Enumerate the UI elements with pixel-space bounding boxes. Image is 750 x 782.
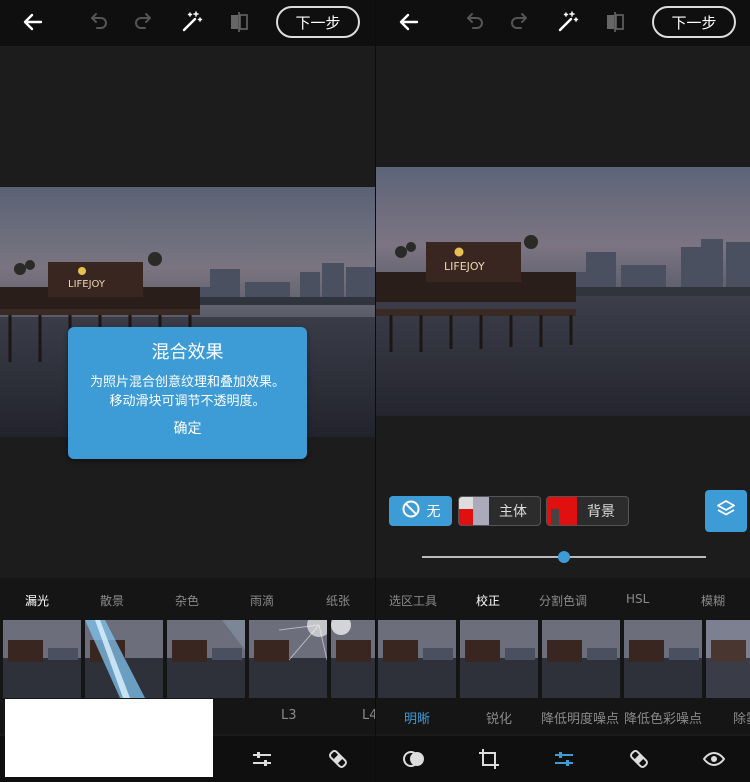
bottom-toolbar	[376, 736, 750, 782]
adjust-thumbnail[interactable]	[706, 620, 750, 698]
adjust-label-sharpen[interactable]: 锐化	[486, 708, 512, 727]
arrow-left-icon[interactable]	[396, 9, 422, 35]
layers-button[interactable]	[705, 490, 747, 532]
adjust-label-row: 明晰 锐化 降低明度噪点 降低色彩噪点 除雾	[376, 698, 750, 734]
category-bokeh[interactable]: 散景	[100, 592, 124, 609]
redo-icon[interactable]	[508, 9, 534, 35]
sliders-icon[interactable]	[552, 747, 576, 771]
top-bar: 下一步	[0, 0, 375, 46]
right-screen: 下一步 LIFEJOY 无 主体 背景 选区工具 校正 分割色调 HSL 模糊 …	[375, 0, 750, 782]
effect-category-bar: 漏光 散景 杂色 雨滴 纸张	[0, 578, 375, 620]
effect-thumbnail[interactable]	[249, 620, 327, 698]
no-symbol-icon	[401, 499, 421, 523]
top-bar: 下一步	[376, 0, 750, 46]
tooltip-title: 混合效果	[151, 342, 224, 363]
category-blur[interactable]: 模糊	[701, 592, 725, 609]
mask-none-button[interactable]: 无	[389, 496, 452, 526]
eye-icon[interactable]	[702, 747, 726, 771]
opacity-slider[interactable]	[376, 536, 750, 578]
adjust-thumbnail[interactable]	[460, 620, 538, 698]
adjust-label-dehaze[interactable]: 除雾	[733, 708, 750, 727]
adjust-thumbnail[interactable]	[378, 620, 456, 698]
category-correction[interactable]: 校正	[476, 592, 500, 609]
effect-thumbnail[interactable]	[167, 620, 245, 698]
blend-effect-tooltip: 混合效果 为照片混合创意纹理和叠加效果。移动滑块可调节不透明度。 确定	[68, 327, 307, 459]
mask-background-button[interactable]: 背景	[546, 496, 629, 526]
effect-thumbnail[interactable]	[3, 620, 81, 698]
left-screen: 下一步 LIFEJOY 混合效果 为照片混合创意纹理和叠加效果。移动滑块可调节不…	[0, 0, 375, 782]
category-grain[interactable]: 杂色	[175, 592, 199, 609]
sign-text: LIFEJOY	[444, 260, 485, 273]
category-selection-tools[interactable]: 选区工具	[389, 592, 437, 609]
effect-thumbnails	[0, 620, 375, 698]
adjust-category-bar: 选区工具 校正 分割色调 HSL 模糊	[376, 578, 750, 620]
mask-none-label: 无	[426, 504, 441, 520]
compare-icon[interactable]	[602, 9, 628, 35]
layers-icon	[714, 497, 738, 525]
magic-wand-icon[interactable]	[178, 9, 204, 35]
adjust-thumbnail[interactable]	[624, 620, 702, 698]
crop-icon[interactable]	[477, 747, 501, 771]
mask-background-label: 背景	[587, 504, 615, 520]
photo-preview: LIFEJOY	[376, 167, 750, 416]
mask-subject-button[interactable]: 主体	[458, 496, 541, 526]
redo-icon[interactable]	[132, 9, 158, 35]
blank-overlay	[5, 699, 213, 777]
next-step-button[interactable]: 下一步	[652, 6, 736, 38]
arrow-left-icon[interactable]	[20, 9, 46, 35]
category-split-toning[interactable]: 分割色调	[539, 592, 587, 609]
mask-subject-label: 主体	[499, 504, 527, 520]
slider-thumb[interactable]	[558, 551, 570, 563]
undo-icon[interactable]	[84, 9, 110, 35]
bandage-icon[interactable]	[326, 747, 350, 771]
adjust-thumbnails	[376, 620, 750, 698]
category-paper[interactable]: 纸张	[326, 592, 350, 609]
adjust-label-clarity[interactable]: 明晰	[404, 708, 430, 727]
adjust-label-luminance-noise[interactable]: 降低明度噪点	[541, 708, 619, 727]
compare-icon[interactable]	[226, 9, 252, 35]
tooltip-body: 为照片混合创意纹理和叠加效果。移动滑块可调节不透明度。	[89, 375, 285, 409]
mask-selector-row: 无 主体 背景	[376, 486, 750, 536]
sign-text: LIFEJOY	[68, 279, 106, 290]
category-light-leak[interactable]: 漏光	[25, 592, 49, 609]
confirm-button[interactable]: 确定	[68, 419, 307, 439]
sliders-icon[interactable]	[250, 747, 274, 771]
undo-icon[interactable]	[460, 9, 486, 35]
adjust-label-color-noise[interactable]: 降低色彩噪点	[624, 708, 702, 727]
category-hsl[interactable]: HSL	[626, 592, 649, 606]
effect-thumbnail[interactable]	[85, 620, 163, 698]
background-mask-swatch	[547, 497, 577, 525]
effect-label: L3	[281, 708, 297, 723]
overlapping-circles-icon[interactable]	[402, 747, 426, 771]
effect-label: L4	[362, 708, 375, 723]
bandage-icon[interactable]	[627, 747, 651, 771]
subject-mask-swatch	[459, 497, 489, 525]
effect-thumbnail[interactable]	[331, 620, 375, 698]
photo-canvas: LIFEJOY 混合效果 为照片混合创意纹理和叠加效果。移动滑块可调节不透明度。…	[0, 46, 375, 578]
adjust-thumbnail[interactable]	[542, 620, 620, 698]
next-step-button[interactable]: 下一步	[276, 6, 360, 38]
category-rain[interactable]: 雨滴	[250, 592, 274, 609]
magic-wand-icon[interactable]	[554, 9, 580, 35]
